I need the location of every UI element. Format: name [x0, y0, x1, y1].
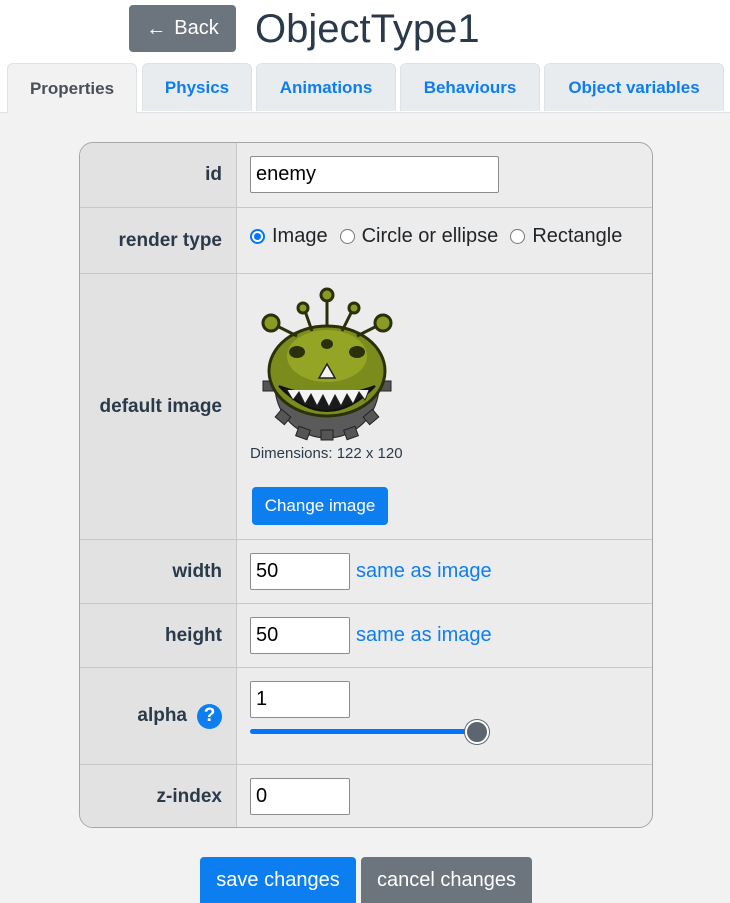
row-render-type: render type Image Circle or ellipse Rect… — [80, 207, 652, 273]
back-button-label: Back — [174, 17, 219, 39]
z-index-input[interactable]: 0 — [250, 778, 350, 815]
arrow-left-icon: ← — [146, 17, 167, 40]
alpha-slider-thumb[interactable] — [465, 720, 489, 744]
radio-button[interactable] — [339, 229, 355, 244]
z-index-label: z-index — [80, 765, 237, 827]
header-bar: ← Back ObjectType1 Properties Physics An… — [0, 0, 730, 113]
height-label: height — [80, 604, 237, 667]
tab-bar: Properties Physics Animations Behaviours… — [0, 63, 730, 113]
radio-button[interactable] — [510, 229, 526, 244]
image-dimensions: Dimensions: 122 x 120 — [250, 445, 403, 462]
page-title: ObjectType1 — [255, 7, 480, 51]
radio-button[interactable] — [250, 229, 265, 244]
tab-properties[interactable]: Properties — [7, 63, 137, 113]
width-label: width — [80, 540, 237, 603]
tab-physics[interactable]: Physics — [142, 63, 252, 111]
cancel-changes-button[interactable]: cancel changes — [361, 857, 532, 903]
alpha-slider-track[interactable] — [250, 729, 478, 734]
default-image-label: default image — [80, 274, 237, 539]
change-image-button[interactable]: Change image — [252, 487, 388, 525]
height-input[interactable]: 50 — [250, 617, 350, 654]
alpha-label: alpha — [137, 705, 187, 726]
save-changes-button[interactable]: save changes — [200, 857, 356, 903]
row-z-index: z-index 0 — [80, 764, 652, 827]
help-icon[interactable]: ? — [197, 703, 222, 729]
height-same-as-image-link[interactable]: same as image — [356, 624, 492, 647]
enemy-sprite-image — [261, 287, 393, 441]
row-width: width 50 same as image — [80, 539, 652, 603]
alpha-label-cell: alpha ? — [80, 668, 237, 764]
width-input[interactable]: 50 — [250, 553, 350, 590]
render-type-option-rectangle[interactable]: Rectangle — [510, 225, 622, 248]
render-type-radio-group: Image Circle or ellipse Rectangle — [250, 225, 634, 248]
back-button[interactable]: ← Back — [129, 5, 236, 52]
row-id: id enemy — [80, 143, 652, 207]
tab-object-variables[interactable]: Object variables — [544, 63, 724, 111]
render-type-option-circle[interactable]: Circle or ellipse — [339, 225, 498, 248]
row-height: height 50 same as image — [80, 603, 652, 667]
alpha-input[interactable]: 1 — [250, 681, 350, 718]
tab-animations[interactable]: Animations — [256, 63, 396, 111]
id-input[interactable]: enemy — [250, 156, 499, 193]
render-type-option-image[interactable]: Image — [250, 225, 328, 248]
properties-form: id enemy render type Image Circle or ell… — [79, 142, 653, 828]
row-default-image: default image Dimensions: 122 x 120 Chan… — [80, 273, 652, 539]
render-type-label: render type — [80, 208, 237, 273]
width-same-as-image-link[interactable]: same as image — [356, 560, 492, 583]
row-alpha: alpha ? 1 — [80, 667, 652, 764]
tab-behaviours[interactable]: Behaviours — [400, 63, 540, 111]
id-label: id — [80, 143, 237, 207]
